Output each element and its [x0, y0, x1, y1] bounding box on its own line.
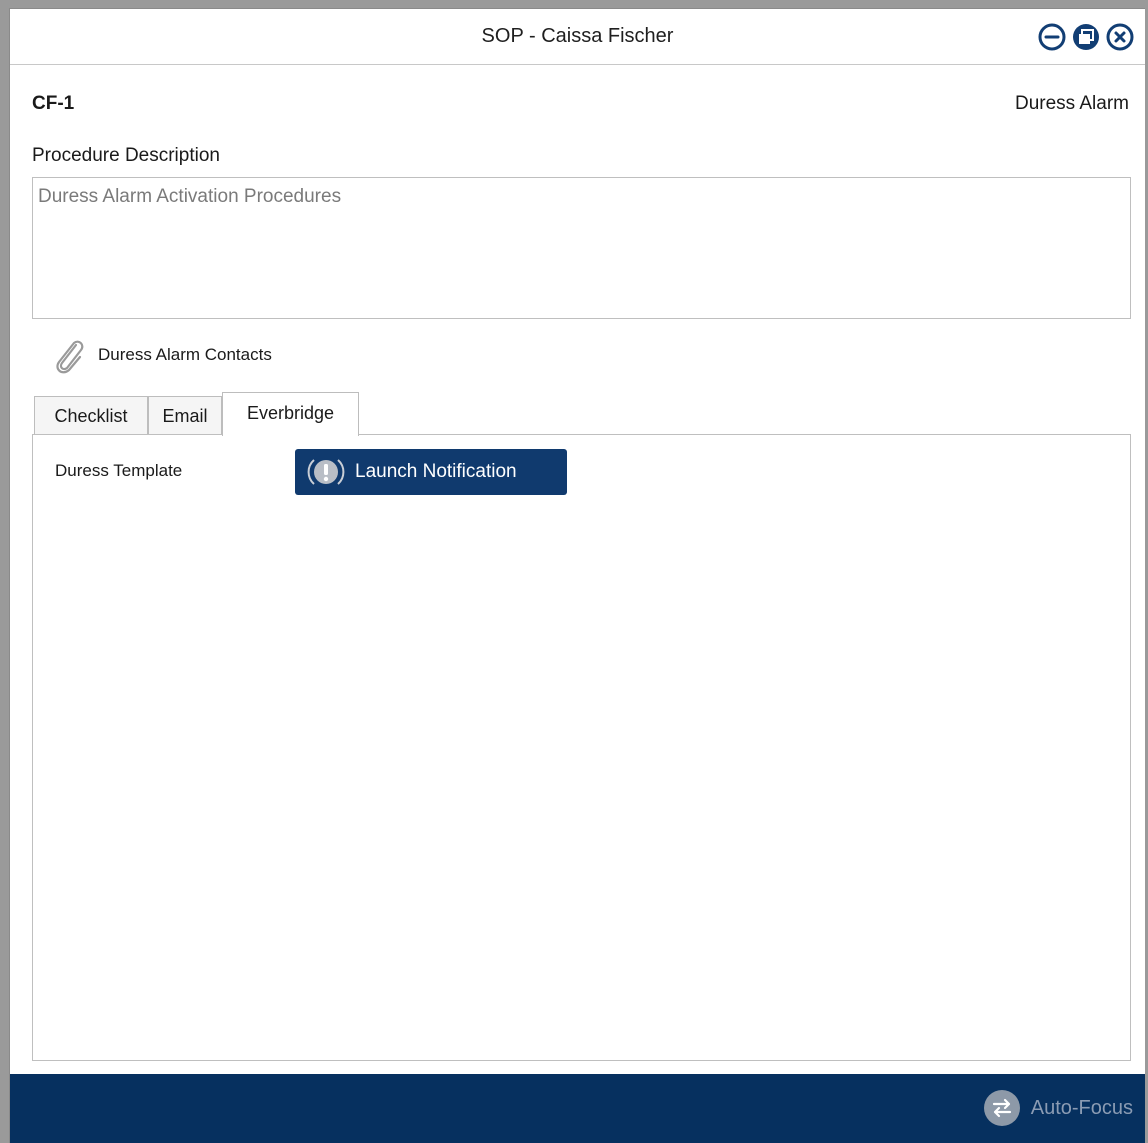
procedure-code: CF-1 — [32, 93, 75, 114]
alarm-type: Duress Alarm — [1014, 93, 1129, 114]
minimize-button[interactable] — [1037, 22, 1067, 52]
alert-icon — [307, 459, 345, 485]
description-heading: Procedure Description — [32, 145, 220, 166]
minimize-icon — [1038, 23, 1066, 51]
attachment-label: Duress Alarm Contacts — [98, 345, 272, 364]
procedure-description-field[interactable]: Duress Alarm Activation Procedures — [32, 177, 1131, 319]
footer-bar: Auto-Focus — [10, 1074, 1145, 1143]
attachment-link[interactable]: Duress Alarm Contacts — [50, 335, 272, 375]
tab-email[interactable]: Email — [148, 396, 222, 436]
auto-focus-button[interactable]: Auto-Focus — [983, 1088, 1133, 1128]
restore-button[interactable] — [1071, 22, 1101, 52]
close-icon — [1106, 23, 1134, 51]
window-title: SOP - Caissa Fischer — [481, 25, 674, 47]
tab-everbridge[interactable]: Everbridge — [222, 392, 359, 436]
title-bar[interactable]: SOP - Caissa Fischer — [10, 9, 1145, 65]
auto-focus-label: Auto-Focus — [1030, 1096, 1133, 1119]
tab-checklist[interactable]: Checklist — [34, 396, 148, 436]
template-label: Duress Template — [55, 461, 183, 480]
restore-icon — [1073, 24, 1099, 50]
swap-icon — [983, 1090, 1020, 1126]
paperclip-icon — [56, 340, 84, 374]
sop-window: SOP - Caissa Fischer CF-1 Duress Alarm P… — [9, 8, 1145, 1143]
launch-notification-button[interactable]: Launch Notification — [295, 449, 567, 495]
everbridge-panel: Duress Template Launch Notification — [32, 434, 1131, 1061]
close-button[interactable] — [1105, 22, 1135, 52]
launch-notification-label: Launch Notification — [355, 461, 517, 482]
